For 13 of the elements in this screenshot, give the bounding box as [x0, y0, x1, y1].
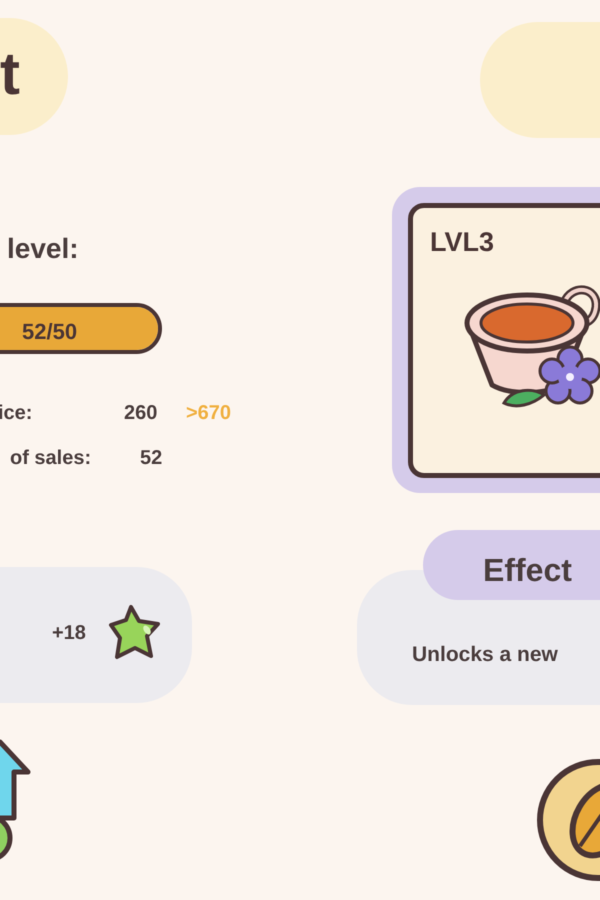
stat-value: 52	[140, 446, 162, 471]
title-text: t	[0, 44, 20, 104]
reward-amount: +18	[52, 621, 86, 646]
effect-description: Unlocks a new	[412, 642, 558, 668]
progress-reading: 52/50	[22, 318, 78, 346]
star-icon	[107, 603, 163, 661]
stat-label: of sales:	[10, 446, 92, 471]
item-level-label: LVL3	[430, 226, 494, 259]
effect-title: Effect	[423, 530, 600, 600]
stat-value: 260	[124, 401, 158, 426]
level-label: level:	[7, 232, 79, 266]
coin-icon	[536, 758, 600, 882]
stat-new-value: >670	[186, 401, 232, 426]
